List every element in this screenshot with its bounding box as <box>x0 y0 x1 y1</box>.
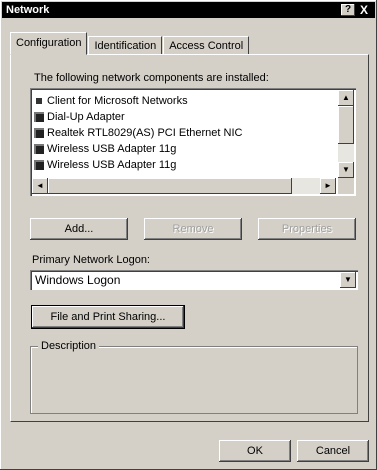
scroll-down-icon[interactable]: ▼ <box>338 162 354 178</box>
close-button[interactable]: X <box>357 4 371 16</box>
tab-identification[interactable]: Identification <box>88 36 163 55</box>
properties-button[interactable]: Properties <box>258 218 356 240</box>
tab-configuration[interactable]: Configuration <box>10 32 88 55</box>
list-item-label: Realtek RTL8029(AS) PCI Ethernet NIC <box>47 127 243 139</box>
cancel-button[interactable]: Cancel <box>297 440 369 462</box>
components-caption: The following network components are ins… <box>34 72 269 84</box>
title-bar: Network ? X <box>2 2 375 18</box>
list-item[interactable]: Wireless USB Adapter 11g <box>34 157 176 173</box>
network-dialog: Network ? X Configuration Identification… <box>0 0 377 470</box>
add-button[interactable]: Add... <box>30 218 128 240</box>
adapter-icon <box>34 128 44 138</box>
primary-logon-label: Primary Network Logon: <box>32 254 150 266</box>
list-item[interactable]: Dial-Up Adapter <box>34 109 125 125</box>
scroll-right-icon[interactable]: ► <box>320 178 336 194</box>
primary-logon-value: Windows Logon <box>35 273 121 287</box>
chevron-down-icon[interactable]: ▼ <box>340 272 356 288</box>
list-item-label: Client for Microsoft Networks <box>47 95 188 107</box>
list-item[interactable]: Client for Microsoft Networks <box>34 93 188 109</box>
scroll-left-icon[interactable]: ◄ <box>32 178 48 194</box>
adapter-icon <box>34 144 44 154</box>
tab-strip: Configuration Identification Access Cont… <box>10 32 250 55</box>
description-legend: Description <box>38 340 100 352</box>
list-item-label: Wireless USB Adapter 11g <box>47 159 177 171</box>
list-item[interactable]: Wireless USB Adapter 11g <box>34 141 176 157</box>
vertical-scrollbar[interactable]: ▲ ▼ <box>338 90 354 178</box>
scrollbar-corner <box>338 178 354 194</box>
list-item[interactable]: Realtek RTL8029(AS) PCI Ethernet NIC <box>34 125 242 141</box>
window-title: Network <box>6 4 50 16</box>
vertical-scroll-thumb[interactable] <box>338 106 354 144</box>
remove-button[interactable]: Remove <box>144 218 242 240</box>
horizontal-scrollbar[interactable]: ◄ ► <box>32 178 336 194</box>
adapter-icon <box>34 160 44 170</box>
components-listbox[interactable]: Client for Microsoft Networks Dial-Up Ad… <box>30 88 356 196</box>
list-item-label: Wireless USB Adapter 11g <box>47 143 177 155</box>
horizontal-scroll-thumb[interactable] <box>48 178 292 194</box>
file-print-sharing-button[interactable]: File and Print Sharing... <box>31 305 185 329</box>
client-icon <box>34 96 44 106</box>
list-item-label: Dial-Up Adapter <box>47 111 125 123</box>
description-group <box>30 346 358 414</box>
scroll-up-icon[interactable]: ▲ <box>338 90 354 106</box>
primary-logon-select[interactable]: Windows Logon ▼ <box>30 270 358 290</box>
help-button[interactable]: ? <box>341 4 355 16</box>
tab-access-control[interactable]: Access Control <box>163 36 250 55</box>
adapter-icon <box>34 112 44 122</box>
ok-button[interactable]: OK <box>219 440 291 462</box>
